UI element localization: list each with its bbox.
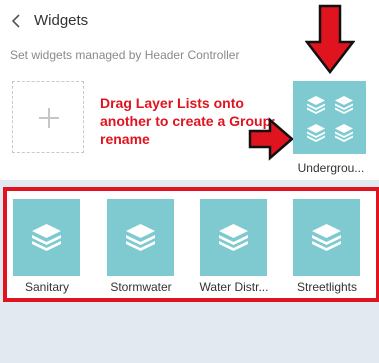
- widget-tile-water-distribution[interactable]: [200, 199, 267, 276]
- widget-tile-streetlights[interactable]: [293, 199, 360, 276]
- layers-grid-icon: [307, 96, 353, 142]
- layers-icon: [126, 224, 155, 251]
- widget-label-sanitary: Sanitary: [24, 280, 70, 294]
- add-widget-button[interactable]: [12, 81, 84, 153]
- page-title: Widgets: [34, 12, 89, 29]
- layers-icon: [312, 224, 341, 251]
- red-right-arrow: [248, 117, 294, 161]
- widget-label-streetlights: Streetlights: [296, 280, 358, 294]
- widget-label-water-distribution: Water Distr...: [199, 280, 269, 294]
- widget-tile-sanitary[interactable]: [13, 199, 80, 276]
- layers-icon: [32, 224, 61, 251]
- widget-tile-stormwater[interactable]: [107, 199, 174, 276]
- widget-label-stormwater: Stormwater: [110, 280, 172, 294]
- group-widget-label: Undergrou...: [297, 161, 365, 175]
- back-arrow-icon[interactable]: [8, 12, 26, 30]
- group-widget-tile[interactable]: [293, 81, 366, 154]
- layers-icon: [219, 224, 248, 251]
- page-subtitle: Set widgets managed by Header Controller: [10, 48, 240, 62]
- red-down-arrow: [305, 4, 355, 74]
